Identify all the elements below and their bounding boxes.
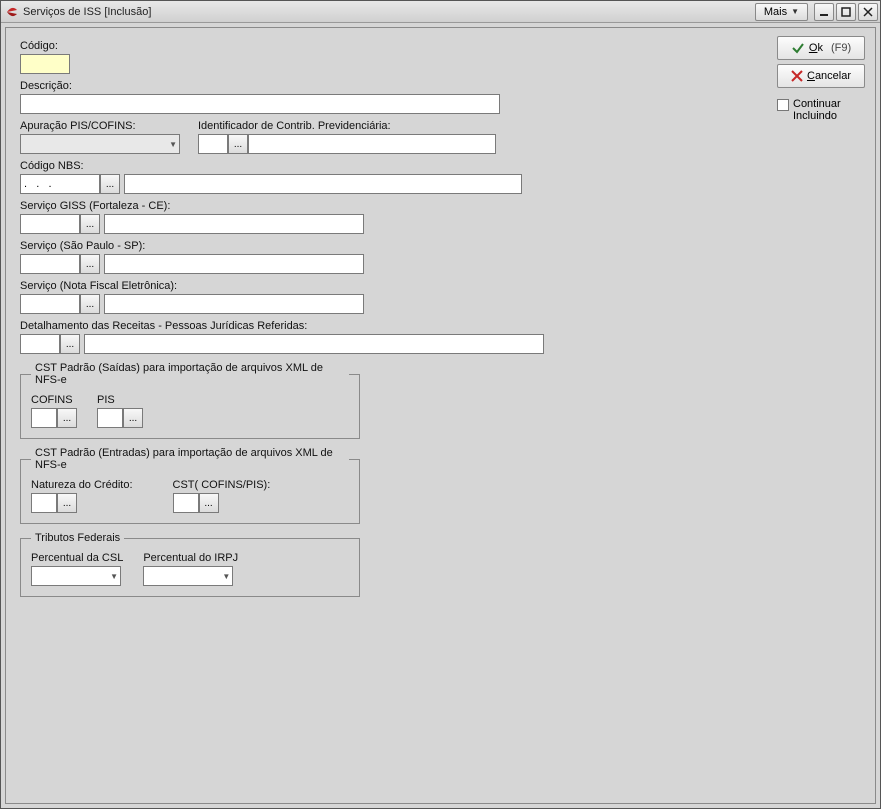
pis-label: PIS (97, 394, 143, 406)
cst-saidas-legend: CST Padrão (Saídas) para importação de a… (31, 362, 349, 386)
cst-cofins-pis-label: CST( COFINS/PIS): (173, 479, 271, 491)
descricao-label: Descrição: (20, 80, 580, 92)
servico-nfe-desc-input[interactable] (104, 294, 364, 314)
chevron-down-icon: ▼ (222, 572, 230, 581)
minimize-button[interactable] (814, 3, 834, 21)
natureza-credito-input[interactable] (31, 493, 57, 513)
percentual-irpj-select[interactable]: ▼ (143, 566, 233, 586)
chevron-down-icon: ▼ (110, 572, 118, 581)
codigo-nbs-label: Código NBS: (20, 160, 580, 172)
window-title: Serviços de ISS [Inclusão] (23, 6, 151, 18)
servico-giss-label: Serviço GISS (Fortaleza - CE): (20, 200, 580, 212)
ellipsis-icon: ... (234, 139, 242, 150)
cst-entradas-legend: CST Padrão (Entradas) para importação de… (31, 447, 349, 471)
pis-input[interactable] (97, 408, 123, 428)
ellipsis-icon: ... (86, 219, 94, 230)
codigo-nbs-input[interactable] (20, 174, 100, 194)
ellipsis-icon: ... (86, 299, 94, 310)
detalhamento-lookup-button[interactable]: ... (60, 334, 80, 354)
chevron-down-icon: ▼ (791, 7, 799, 16)
mais-label: Mais (764, 6, 787, 18)
ellipsis-icon: ... (63, 498, 71, 509)
app-logo-icon (5, 5, 19, 19)
servico-sp-desc-input[interactable] (104, 254, 364, 274)
cancel-rest: ancelar (815, 70, 851, 82)
cancel-button[interactable]: Cancelar (777, 64, 865, 88)
ellipsis-icon: ... (86, 259, 94, 270)
codigo-nbs-desc-input[interactable] (124, 174, 522, 194)
ok-rest: k (817, 42, 823, 54)
servico-giss-desc-input[interactable] (104, 214, 364, 234)
codigo-nbs-lookup-button[interactable]: ... (100, 174, 120, 194)
servico-nfe-lookup-button[interactable]: ... (80, 294, 100, 314)
codigo-label: Código: (20, 40, 580, 52)
mais-button[interactable]: Mais ▼ (755, 3, 808, 21)
cst-cofins-pis-input[interactable] (173, 493, 199, 513)
detalhamento-label: Detalhamento das Receitas - Pessoas Jurí… (20, 320, 580, 332)
ellipsis-icon: ... (66, 339, 74, 350)
ellipsis-icon: ... (204, 498, 212, 509)
descricao-input[interactable] (20, 94, 500, 114)
cofins-lookup-button[interactable]: ... (57, 408, 77, 428)
minimize-icon (819, 7, 829, 17)
maximize-button[interactable] (836, 3, 856, 21)
servico-nfe-label: Serviço (Nota Fiscal Eletrônica): (20, 280, 580, 292)
cst-cofins-pis-lookup-button[interactable]: ... (199, 493, 219, 513)
ellipsis-icon: ... (106, 179, 114, 190)
cancel-icon (791, 70, 803, 82)
continuar-incluindo-checkbox[interactable] (777, 99, 789, 111)
codigo-input[interactable] (20, 54, 70, 74)
tributos-federais-legend: Tributos Federais (31, 532, 124, 544)
close-button[interactable] (858, 3, 878, 21)
pis-lookup-button[interactable]: ... (123, 408, 143, 428)
servico-sp-lookup-button[interactable]: ... (80, 254, 100, 274)
ellipsis-icon: ... (63, 413, 71, 424)
chevron-down-icon: ▼ (169, 140, 177, 149)
servico-sp-label: Serviço (São Paulo - SP): (20, 240, 580, 252)
ellipsis-icon: ... (129, 413, 137, 424)
cofins-input[interactable] (31, 408, 57, 428)
maximize-icon (841, 7, 851, 17)
percentual-csl-label: Percentual da CSL (31, 552, 123, 564)
continuar-incluindo-label: Continuar Incluindo (793, 98, 841, 122)
natureza-credito-label: Natureza do Crédito: (31, 479, 133, 491)
cancel-underlined: C (807, 70, 815, 82)
ok-button[interactable]: Ok (F9) (777, 36, 865, 60)
servico-nfe-code-input[interactable] (20, 294, 80, 314)
detalhamento-code-input[interactable] (20, 334, 60, 354)
cofins-label: COFINS (31, 394, 77, 406)
natureza-credito-lookup-button[interactable]: ... (57, 493, 77, 513)
id-contrib-prev-code-input[interactable] (198, 134, 228, 154)
apuracao-label: Apuração PIS/COFINS: (20, 120, 180, 132)
servico-giss-code-input[interactable] (20, 214, 80, 234)
servico-sp-code-input[interactable] (20, 254, 80, 274)
detalhamento-desc-input[interactable] (84, 334, 544, 354)
percentual-irpj-label: Percentual do IRPJ (143, 552, 238, 564)
ok-hint: (F9) (831, 42, 851, 54)
id-contrib-prev-label: Identificador de Contrib. Previdenciária… (198, 120, 580, 132)
close-icon (863, 7, 873, 17)
check-icon (791, 41, 805, 55)
servico-giss-lookup-button[interactable]: ... (80, 214, 100, 234)
percentual-csl-select[interactable]: ▼ (31, 566, 121, 586)
id-contrib-prev-lookup-button[interactable]: ... (228, 134, 248, 154)
id-contrib-prev-desc-input[interactable] (248, 134, 496, 154)
apuracao-select[interactable]: ▼ (20, 134, 180, 154)
